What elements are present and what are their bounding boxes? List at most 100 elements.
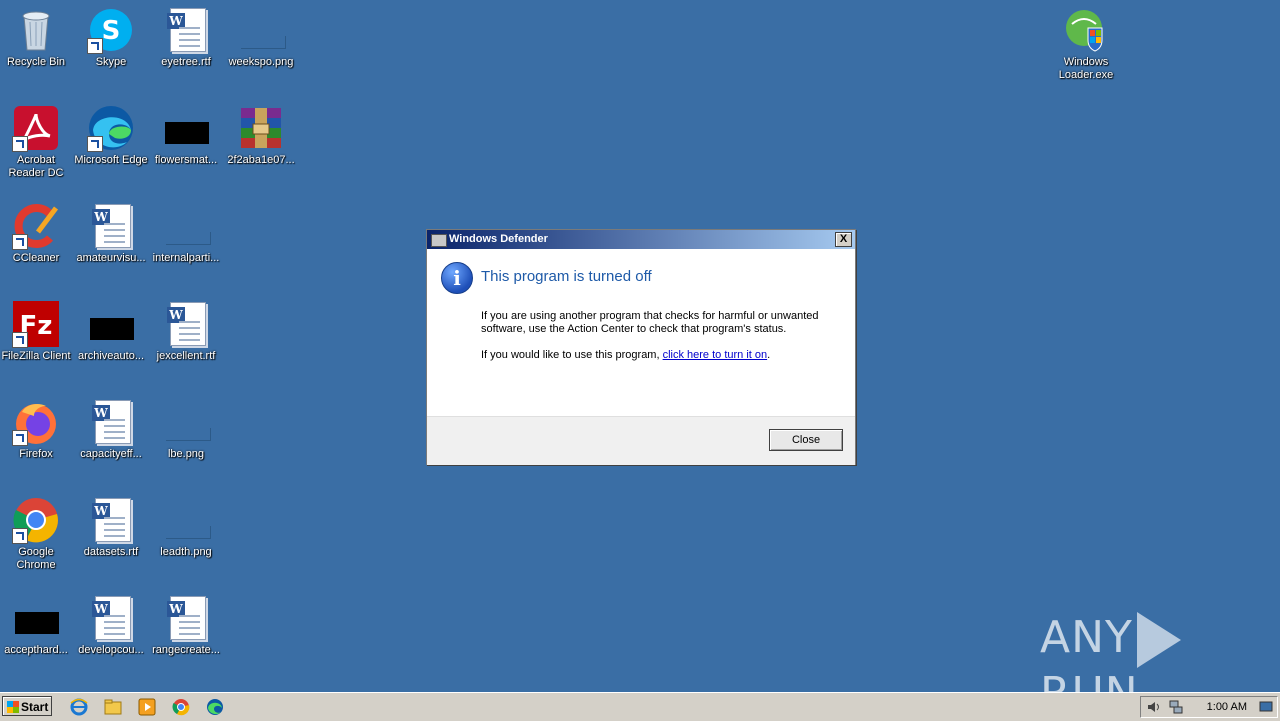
desktop-icon-datasets[interactable]: W datasets.rtf <box>73 490 149 559</box>
shortcut-arrow-icon <box>12 234 28 250</box>
desktop-icon-label: eyetree.rtf <box>161 56 211 68</box>
image-thumbnail-icon <box>162 104 210 152</box>
desktop-icon-label: leadth.png <box>160 546 212 558</box>
desktop-icon-label: jexcellent.rtf <box>156 350 216 362</box>
desktop-icon-recycle-bin[interactable]: Recycle Bin <box>0 0 74 69</box>
svg-text:S: S <box>102 16 121 46</box>
internet-explorer-icon[interactable] <box>70 698 88 716</box>
shortcut-arrow-icon <box>12 430 28 446</box>
system-tray: 1:00 AM <box>1140 696 1278 718</box>
defender-dialog: Windows Defender X i This program is tur… <box>426 229 856 465</box>
desktop-icon-lbe[interactable]: lbe.png <box>148 392 224 461</box>
desktop-icon-amateurvisu[interactable]: W amateurvisu... <box>73 196 149 265</box>
word-document-icon: W <box>87 202 135 250</box>
desktop-icon-archiveauto[interactable]: archiveauto... <box>73 294 149 363</box>
dialog-turn-on-message: If you would like to use this program, c… <box>481 349 841 362</box>
desktop-icon-accepthard[interactable]: accepthard... <box>0 588 74 657</box>
desktop-icon-internalparti[interactable]: internalparti... <box>148 196 224 265</box>
desktop-icon-label: archiveauto... <box>77 350 145 362</box>
desktop-icon-label: weekspo.png <box>228 56 294 68</box>
word-document-icon: W <box>87 594 135 642</box>
image-thumbnail-icon <box>162 496 211 544</box>
desktop-icon-label: rangecreate... <box>152 644 220 656</box>
desktop-icon-jexcellent[interactable]: W jexcellent.rtf <box>148 294 224 363</box>
start-button[interactable]: Start <box>2 696 52 716</box>
desktop-icon-eyetree[interactable]: W eyetree.rtf <box>148 0 224 69</box>
play-logo-icon <box>1136 612 1181 668</box>
show-desktop-icon[interactable] <box>1259 700 1273 714</box>
volume-icon[interactable] <box>1147 700 1161 714</box>
desktop-icon-label: amateurvisu... <box>76 252 146 264</box>
firefox-icon <box>12 398 60 446</box>
desktop-icon-windows-loader[interactable]: Windows Loader.exe <box>1048 0 1124 82</box>
dialog-footer: Close <box>427 416 855 465</box>
desktop-icon-label: flowersmat... <box>154 154 218 166</box>
desktop-icon-archive-2f2aba[interactable]: 2f2aba1e07... <box>223 98 299 167</box>
shortcut-arrow-icon <box>87 38 103 54</box>
file-explorer-icon[interactable] <box>104 698 122 716</box>
word-document-icon: W <box>162 594 210 642</box>
shortcut-arrow-icon <box>12 136 28 152</box>
desktop-icon-rangecreate[interactable]: W rangecreate... <box>148 588 224 657</box>
desktop-icon-label: 2f2aba1e07... <box>227 154 295 166</box>
desktop-icon-acrobat[interactable]: Acrobat Reader DC <box>0 98 74 180</box>
info-icon: i <box>441 262 473 294</box>
image-thumbnail-icon <box>162 202 211 250</box>
taskbar: Start 1:00 AM <box>0 692 1280 721</box>
desktop-icon-label: datasets.rtf <box>83 546 139 558</box>
word-document-icon: W <box>162 6 210 54</box>
desktop-icon-firefox[interactable]: Firefox <box>0 392 74 461</box>
chrome-icon <box>12 496 60 544</box>
desktop-icon-leadth[interactable]: leadth.png <box>148 490 224 559</box>
image-thumbnail-icon <box>237 6 286 54</box>
desktop-icon-label: internalparti... <box>152 252 220 264</box>
windows-loader-icon <box>1062 6 1110 54</box>
defender-castle-icon <box>431 234 447 247</box>
desktop-icon-flowersmat[interactable]: flowersmat... <box>148 98 224 167</box>
desktop-icon-label: accepthard... <box>4 644 68 656</box>
image-thumbnail-icon <box>87 300 135 348</box>
network-icon[interactable] <box>1169 700 1183 714</box>
acrobat-icon <box>12 104 60 152</box>
media-player-icon[interactable] <box>138 698 156 716</box>
image-thumbnail-icon <box>12 594 60 642</box>
desktop-icon-developcou[interactable]: W developcou... <box>73 588 149 657</box>
desktop-icon-weekspo[interactable]: weekspo.png <box>223 0 299 69</box>
desktop-icon-label: CCleaner <box>12 252 60 264</box>
desktop-icon-label: Windows Loader.exe <box>1058 56 1114 81</box>
chrome-taskbar-icon[interactable] <box>172 698 190 716</box>
clock-time[interactable]: 1:00 AM <box>1207 697 1247 717</box>
start-label: Start <box>21 700 49 714</box>
edge-taskbar-icon[interactable] <box>206 698 224 716</box>
desktop-icon-label: capacityeff... <box>80 448 142 460</box>
close-button[interactable]: Close <box>769 429 843 451</box>
desktop-icon-label: Acrobat Reader DC <box>8 154 64 179</box>
filezilla-icon: Fz <box>12 300 60 348</box>
turn-on-suffix: . <box>767 349 771 361</box>
shortcut-arrow-icon <box>12 528 28 544</box>
dialog-titlebar[interactable]: Windows Defender X <box>427 230 855 249</box>
dialog-title: Windows Defender <box>449 233 548 245</box>
dialog-heading: This program is turned off <box>481 268 652 285</box>
turn-on-link[interactable]: click here to turn it on <box>663 349 768 361</box>
desktop-icon-ccleaner[interactable]: CCleaner <box>0 196 74 265</box>
desktop-icon-label: Firefox <box>19 448 53 460</box>
dialog-content: i This program is turned off If you are … <box>427 250 855 416</box>
desktop-icon-skype[interactable]: S Skype <box>73 0 149 69</box>
shortcut-arrow-icon <box>12 332 28 348</box>
titlebar-close-button[interactable]: X <box>835 232 852 247</box>
desktop-icon-label: Skype <box>95 56 127 68</box>
desktop-icon-capacityeff[interactable]: W capacityeff... <box>73 392 149 461</box>
desktop-icon-chrome[interactable]: Google Chrome <box>0 490 74 572</box>
word-document-icon: W <box>162 300 210 348</box>
ccleaner-icon <box>12 202 60 250</box>
shortcut-arrow-icon <box>87 136 103 152</box>
skype-icon: S <box>87 6 135 54</box>
desktop-icon-label: developcou... <box>78 644 144 656</box>
desktop-icon-filezilla[interactable]: Fz FileZilla Client <box>0 294 74 363</box>
recycle-bin-icon <box>12 6 60 54</box>
image-thumbnail-icon <box>162 398 211 446</box>
desktop-icon-label: FileZilla Client <box>1 350 71 362</box>
edge-icon <box>87 104 135 152</box>
desktop-icon-edge[interactable]: Microsoft Edge <box>73 98 149 167</box>
